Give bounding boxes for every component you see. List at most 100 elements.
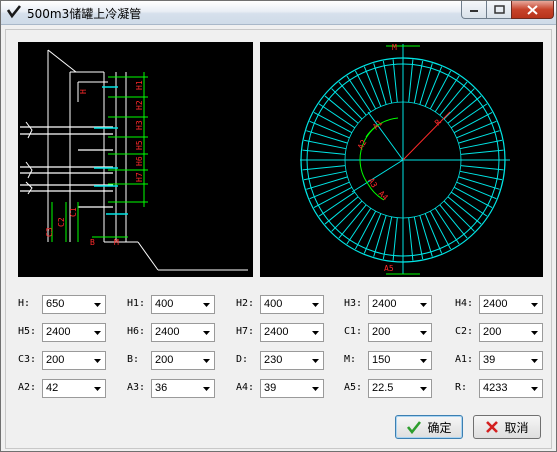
field-value: 650: [46, 298, 65, 310]
field-combo-h[interactable]: 650: [42, 295, 106, 314]
dim-label-c3: C3: [45, 227, 54, 237]
dialog-window: 500m3储罐上冷凝管 H1 H2 H3 H5 H6 H7 C1 C2 C3 B…: [0, 0, 557, 452]
field-label-a2: A2:: [18, 382, 37, 393]
field-value: 200: [483, 326, 502, 338]
dropdown-arrow-icon[interactable]: [528, 325, 541, 340]
field-label-c1: C1:: [344, 326, 363, 337]
dropdown-arrow-icon[interactable]: [91, 297, 104, 312]
dropdown-arrow-icon[interactable]: [200, 381, 213, 396]
cancel-button-label: 取消: [504, 420, 529, 435]
field-value: 200: [372, 326, 391, 338]
plan-drawing-view: M R A1 A2 A3 A4 A5: [260, 42, 543, 277]
dropdown-arrow-icon[interactable]: [417, 297, 430, 312]
title-bar[interactable]: 500m3储罐上冷凝管: [1, 1, 556, 25]
dropdown-arrow-icon[interactable]: [309, 297, 322, 312]
dim-label-a4: A4: [377, 189, 390, 202]
field-label-h1: H1:: [127, 298, 146, 309]
field-combo-r[interactable]: 4233: [479, 379, 543, 398]
field-combo-a4[interactable]: 39: [260, 379, 324, 398]
field-combo-c2[interactable]: 200: [479, 323, 543, 342]
dropdown-arrow-icon[interactable]: [309, 353, 322, 368]
field-combo-a3[interactable]: 36: [151, 379, 215, 398]
ok-button-label: 确定: [427, 420, 452, 435]
dim-label-r: R: [433, 118, 443, 128]
field-value: 39: [264, 382, 277, 394]
field-label-a4: A4:: [236, 382, 255, 393]
field-combo-a5[interactable]: 22.5: [368, 379, 432, 398]
field-combo-h3[interactable]: 2400: [368, 295, 432, 314]
dim-label-h2: H2: [135, 100, 144, 110]
close-icon: [527, 4, 538, 15]
field-label-a5: A5:: [344, 382, 363, 393]
dropdown-arrow-icon[interactable]: [417, 381, 430, 396]
dropdown-arrow-icon[interactable]: [309, 325, 322, 340]
dim-label-m-top: M: [392, 43, 397, 52]
cancel-button[interactable]: 取消: [473, 415, 541, 439]
field-combo-a1[interactable]: 39: [479, 351, 543, 370]
dim-label-c2: C2: [57, 217, 66, 227]
field-label-m: M:: [344, 354, 357, 365]
dropdown-arrow-icon[interactable]: [528, 297, 541, 312]
dim-label-a3: A3: [366, 177, 379, 190]
close-button[interactable]: [511, 1, 554, 19]
app-check-icon: [6, 5, 22, 19]
field-value: 42: [46, 382, 59, 394]
dropdown-arrow-icon[interactable]: [200, 297, 213, 312]
field-label-h2: H2:: [236, 298, 255, 309]
dim-label-a5: A5: [384, 264, 394, 273]
field-value: 400: [155, 298, 174, 310]
field-value: 36: [155, 382, 168, 394]
field-value: 2400: [46, 326, 71, 338]
minimize-icon: [470, 9, 478, 12]
dropdown-arrow-icon[interactable]: [200, 325, 213, 340]
dropdown-arrow-icon[interactable]: [309, 381, 322, 396]
dropdown-arrow-icon[interactable]: [528, 353, 541, 368]
dropdown-arrow-icon[interactable]: [91, 381, 104, 396]
field-label-h7: H7:: [236, 326, 255, 337]
ok-button[interactable]: 确定: [395, 415, 463, 439]
field-label-h6: H6:: [127, 326, 146, 337]
field-value: 2400: [155, 326, 180, 338]
field-label-c2: C2:: [455, 326, 474, 337]
field-value: 200: [46, 354, 65, 366]
field-value: 2400: [264, 326, 289, 338]
field-combo-d[interactable]: 230: [260, 351, 324, 370]
field-value: 4233: [483, 382, 508, 394]
dim-label-a2: A2: [356, 138, 369, 151]
dim-label-h1: H1: [135, 80, 144, 90]
dropdown-arrow-icon[interactable]: [528, 381, 541, 396]
field-combo-b[interactable]: 200: [151, 351, 215, 370]
field-value: 200: [155, 354, 174, 366]
maximize-button[interactable]: [486, 1, 512, 19]
field-combo-m[interactable]: 150: [368, 351, 432, 370]
elevation-drawing-view: H1 H2 H3 H5 H6 H7 C1 C2 C3 B H M: [18, 42, 253, 277]
field-combo-h6[interactable]: 2400: [151, 323, 215, 342]
checkmark-icon: [406, 420, 422, 434]
field-combo-c1[interactable]: 200: [368, 323, 432, 342]
field-combo-h7[interactable]: 2400: [260, 323, 324, 342]
field-combo-h4[interactable]: 2400: [479, 295, 543, 314]
field-combo-h5[interactable]: 2400: [42, 323, 106, 342]
field-label-h5: H5:: [18, 326, 37, 337]
dropdown-arrow-icon[interactable]: [91, 325, 104, 340]
field-value: 150: [372, 354, 391, 366]
dim-label-h3: H3: [135, 120, 144, 130]
dropdown-arrow-icon[interactable]: [417, 325, 430, 340]
dialog-client-area: H1 H2 H3 H5 H6 H7 C1 C2 C3 B H M M R A1 …: [5, 29, 552, 449]
field-combo-h1[interactable]: 400: [151, 295, 215, 314]
field-label-h: H:: [18, 298, 31, 309]
field-combo-h2[interactable]: 400: [260, 295, 324, 314]
field-combo-c3[interactable]: 200: [42, 351, 106, 370]
maximize-icon: [493, 5, 505, 14]
field-value: 2400: [483, 298, 508, 310]
dim-label-b: B: [90, 238, 95, 247]
field-label-h3: H3:: [344, 298, 363, 309]
dropdown-arrow-icon[interactable]: [91, 353, 104, 368]
dropdown-arrow-icon[interactable]: [200, 353, 213, 368]
dim-label-c1: C1: [69, 207, 78, 217]
field-combo-a2[interactable]: 42: [42, 379, 106, 398]
dim-label-h7: H7: [135, 172, 144, 182]
field-label-h4: H4:: [455, 298, 474, 309]
dropdown-arrow-icon[interactable]: [417, 353, 430, 368]
minimize-button[interactable]: [461, 1, 487, 19]
